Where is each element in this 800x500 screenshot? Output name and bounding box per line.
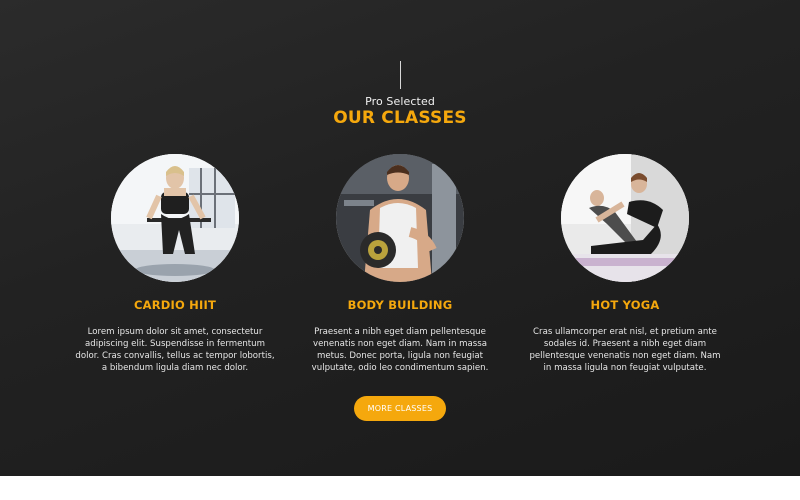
- body-building-photo: [336, 154, 464, 282]
- class-description: Praesent a nibh eget diam pellentesque v…: [311, 327, 489, 373]
- classes-section: Pro Selected OUR CLASSES CARDIO HIIT Lor…: [0, 0, 800, 476]
- class-card-hot-yoga[interactable]: HOT YOGA Cras ullamcorper erat nisl, et …: [505, 154, 745, 374]
- hot-yoga-photo: [561, 154, 689, 282]
- class-name: CARDIO HIIT: [133, 298, 217, 312]
- cardio-hiit-photo: [111, 154, 239, 282]
- class-description: Cras ullamcorper erat nisl, et pretium a…: [529, 327, 721, 373]
- class-card-cardio-hiit[interactable]: CARDIO HIIT Lorem ipsum dolor sit amet, …: [55, 154, 295, 374]
- class-description: Lorem ipsum dolor sit amet, consectetur …: [75, 327, 275, 373]
- divider-line: [400, 61, 401, 89]
- class-name: BODY BUILDING: [347, 298, 453, 312]
- class-name: HOT YOGA: [590, 298, 660, 312]
- more-classes-button[interactable]: MORE CLASSES: [354, 396, 446, 421]
- section-eyebrow: Pro Selected: [365, 95, 435, 108]
- class-card-body-building[interactable]: BODY BUILDING Praesent a nibh eget diam …: [280, 154, 520, 374]
- section-title: OUR CLASSES: [333, 108, 467, 128]
